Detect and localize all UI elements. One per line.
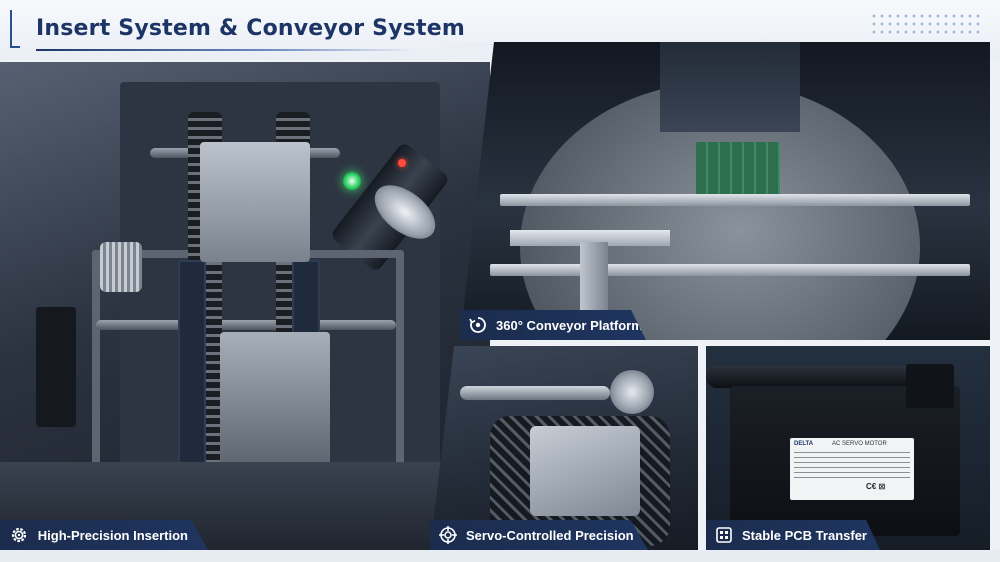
insertion-label-text: High-Precision Insertion <box>37 527 188 543</box>
guide-rod <box>96 320 396 330</box>
side-motor <box>36 307 76 427</box>
nameplate-spec-lines <box>794 452 910 480</box>
motor-nameplate: DELTA AC SERVO MOTOR C€ ⊠ <box>790 438 914 500</box>
conveyor-label: 360° Conveyor Platform <box>460 310 646 340</box>
motor-brand: DELTA <box>794 441 814 447</box>
rotate-360-icon <box>468 314 488 336</box>
servo-clamp-body <box>530 426 640 516</box>
pcb-board <box>696 142 780 198</box>
status-light-red <box>398 159 406 167</box>
chip-grid-icon <box>714 524 734 546</box>
center-mechanism <box>220 332 330 472</box>
certification-marks: C€ ⊠ <box>866 482 886 491</box>
conveyor-rail <box>500 194 970 206</box>
bearing-wheel <box>610 370 654 414</box>
pcb-label-text: Stable PCB Transfer <box>742 527 867 543</box>
servo-motor-photo: DELTA AC SERVO MOTOR C€ ⊠ <box>706 346 990 550</box>
conveyor-label-text: 360° Conveyor Platform <box>496 317 643 333</box>
conveyor-head-assembly <box>660 42 800 132</box>
servo-mechanism-photo <box>430 346 698 550</box>
conveyor-platform-photo <box>460 42 990 340</box>
title-bracket-decoration <box>10 10 20 48</box>
motor-cable <box>706 366 926 388</box>
crosshair-target-icon <box>438 524 458 546</box>
rail-stand <box>580 242 608 312</box>
gear-icon <box>8 524 30 546</box>
dot-grid-decoration <box>870 12 980 38</box>
status-light-green <box>343 172 361 190</box>
pcb-label: Stable PCB Transfer <box>706 520 880 550</box>
motor-type: AC SERVO MOTOR <box>832 441 887 447</box>
bottom-strip <box>0 550 1000 562</box>
servo-label: Servo-Controlled Precision <box>430 520 648 550</box>
adjustment-knob <box>100 242 142 292</box>
conveyor-rail <box>490 264 970 276</box>
page-title: Insert System & Conveyor System <box>36 16 466 41</box>
servo-label-text: Servo-Controlled Precision <box>466 527 634 543</box>
title-underline <box>36 49 416 51</box>
servo-rod <box>460 386 610 400</box>
insertion-label: High-Precision Insertion <box>0 520 208 550</box>
insertion-head <box>200 142 310 262</box>
page: Insert System & Conveyor System DELTA AC… <box>0 0 1000 562</box>
insertion-machine-photo <box>0 62 490 550</box>
motor-connector <box>906 364 954 408</box>
